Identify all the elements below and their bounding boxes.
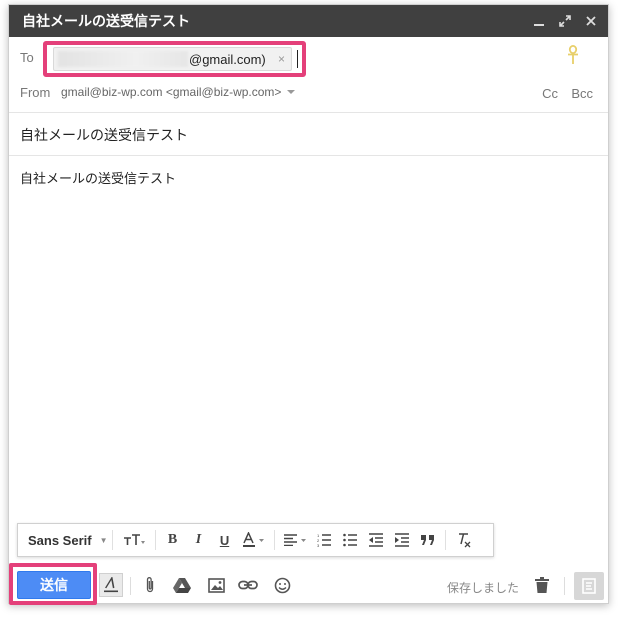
emoji-icon[interactable] xyxy=(272,575,292,595)
ankh-icon xyxy=(566,45,580,70)
from-row: From gmail@biz-wp.com <gmail@biz-wp.com>… xyxy=(9,79,608,109)
window-title: 自社メールの送受信テスト xyxy=(22,14,190,30)
font-size-icon[interactable] xyxy=(117,524,151,556)
from-label: From xyxy=(20,85,51,100)
numbered-list-icon[interactable]: 123 xyxy=(311,524,337,556)
divider xyxy=(9,155,608,156)
indent-more-icon[interactable] xyxy=(389,524,415,556)
google-drive-icon[interactable] xyxy=(172,575,192,595)
toolbar-separator xyxy=(273,530,275,550)
minimize-icon[interactable] xyxy=(532,14,546,28)
svg-text:3: 3 xyxy=(317,543,320,547)
discard-draft-icon[interactable] xyxy=(532,575,552,595)
text-color-icon[interactable] xyxy=(238,524,270,556)
toolbar-separator xyxy=(564,577,565,595)
compose-bottom-bar: 送信 保存しました xyxy=(9,563,608,605)
chevron-down-icon: ▼ xyxy=(99,535,108,545)
bcc-link[interactable]: Bcc xyxy=(571,86,593,101)
indent-less-icon[interactable] xyxy=(363,524,389,556)
expand-icon[interactable] xyxy=(558,14,572,28)
toolbar-separator xyxy=(111,530,113,550)
formatting-toolbar: Sans Serif ▼ B I U 123 xyxy=(17,523,494,557)
draft-saved-status: 保存しました xyxy=(447,581,520,595)
toolbar-separator xyxy=(444,530,446,550)
insert-photo-icon[interactable] xyxy=(206,575,226,595)
to-row[interactable]: To @gmail.com) × xyxy=(9,37,608,83)
from-selector[interactable]: gmail@biz-wp.com <gmail@biz-wp.com> xyxy=(61,85,296,99)
italic-icon[interactable]: I xyxy=(186,524,212,556)
highlight-to-box xyxy=(43,41,306,77)
compose-titlebar[interactable]: 自社メールの送受信テスト xyxy=(9,5,608,37)
align-icon[interactable] xyxy=(279,524,311,556)
insert-link-icon[interactable] xyxy=(238,575,258,595)
compose-window: 自社メールの送受信テスト To @gmail.com) × From gmail… xyxy=(8,4,609,605)
divider xyxy=(9,112,608,113)
underline-icon[interactable]: U xyxy=(212,524,238,556)
remove-formatting-icon[interactable] xyxy=(450,524,478,556)
close-icon[interactable] xyxy=(584,14,598,28)
bold-icon[interactable]: B xyxy=(160,524,186,556)
cc-link[interactable]: Cc xyxy=(542,86,558,101)
send-button[interactable]: 送信 xyxy=(17,571,91,599)
attach-file-icon[interactable] xyxy=(140,575,160,595)
to-label: To xyxy=(20,50,34,65)
toolbar-separator xyxy=(130,577,131,595)
from-address: gmail@biz-wp.com <gmail@biz-wp.com> xyxy=(61,85,282,99)
bulleted-list-icon[interactable] xyxy=(337,524,363,556)
window-controls xyxy=(532,14,598,28)
font-family-select[interactable]: Sans Serif ▼ xyxy=(18,524,108,556)
more-options-icon[interactable] xyxy=(574,572,604,600)
quote-icon[interactable] xyxy=(415,524,441,556)
message-body[interactable]: 自社メールの送受信テスト xyxy=(20,168,176,187)
formatting-options-icon[interactable] xyxy=(99,573,123,597)
toolbar-separator xyxy=(154,530,156,550)
subject-field[interactable]: 自社メールの送受信テスト xyxy=(20,125,188,145)
chevron-down-icon xyxy=(287,90,296,94)
font-family-label: Sans Serif xyxy=(28,532,92,548)
